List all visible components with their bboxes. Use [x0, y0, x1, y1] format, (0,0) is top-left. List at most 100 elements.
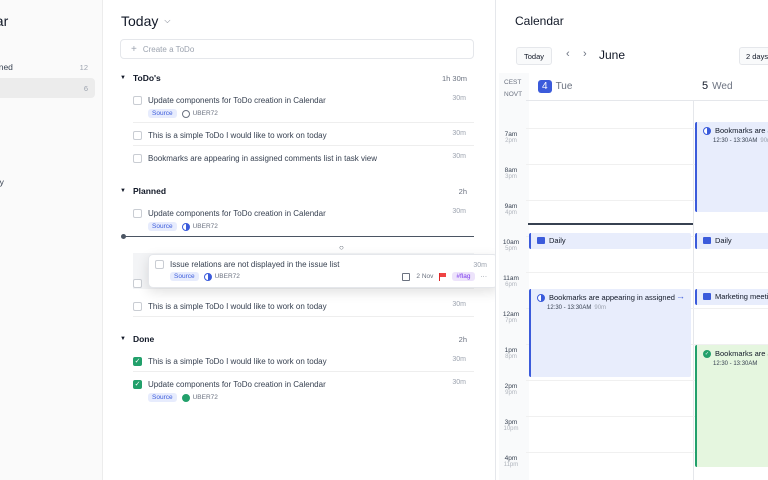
source-tag[interactable]: Source: [148, 393, 177, 402]
sidebar-item-planned[interactable]: nned 12: [0, 57, 95, 77]
hour-secondary: 5pm: [505, 246, 517, 252]
hour-primary: 4pm: [504, 455, 518, 462]
progress-circle-icon: [203, 272, 212, 281]
event-time: 12:30 - 13:30AM: [713, 361, 758, 367]
todo-checkbox[interactable]: [133, 130, 142, 140]
todo-duration: 30m: [452, 379, 466, 386]
section-header-planned[interactable]: ▼ Planned 2h: [120, 184, 474, 198]
day-header-tue[interactable]: 4 Tue: [538, 80, 572, 93]
hour-primary: 12am: [502, 311, 520, 318]
page-title[interactable]: Today ⌵: [121, 13, 170, 29]
hour-label: 7am 2pm: [496, 131, 526, 144]
flag-tag[interactable]: #flag: [452, 272, 475, 281]
due-date: 2 Nov: [416, 273, 434, 280]
todo-title: This is a simple ToDo I would like to wo…: [148, 130, 327, 140]
hour-secondary: 8pm: [505, 354, 517, 360]
sidebar-item-inbox[interactable]: n: [0, 150, 95, 170]
todo-checkbox[interactable]: [155, 260, 164, 269]
issue-id-text: UBER72: [192, 110, 218, 117]
caret-down-icon: ▼: [120, 336, 126, 342]
source-tag[interactable]: Source: [148, 222, 177, 231]
todo-list-panel: Today ⌵ + Create a ToDo ▼ ToDo's 1h 30m …: [103, 0, 495, 480]
section-header-done[interactable]: ▼ Done 2h: [120, 332, 474, 346]
hour-secondary: 6pm: [505, 282, 517, 288]
todo-checkbox[interactable]: [133, 208, 142, 218]
todo-duration: 30m: [452, 356, 466, 363]
section-title: Planned: [132, 186, 167, 196]
divider: [133, 371, 474, 372]
todo-item[interactable]: Update components for ToDo creation in C…: [133, 94, 466, 118]
today-button[interactable]: Today: [516, 47, 553, 65]
chevron-left-icon[interactable]: ‹: [566, 48, 570, 60]
day-header-wed[interactable]: 5 Wed: [702, 80, 733, 92]
todo-item[interactable]: Bookmarks are appearing in assigned comm…: [133, 152, 466, 164]
dragged-todo-card[interactable]: Issue relations are not displayed in the…: [148, 254, 498, 288]
create-todo-placeholder: Create a ToDo: [142, 44, 195, 54]
caret-down-icon: ▼: [120, 188, 126, 194]
hour-primary: 10am: [502, 239, 520, 246]
todo-duration: 30m: [452, 208, 466, 215]
calendar-event[interactable]: Marketing meetin: [695, 289, 768, 305]
hour-label: 3pm 10pm: [496, 419, 526, 432]
event-title: Bookmarks are ap: [715, 349, 768, 358]
issue-id[interactable]: UBER72: [181, 222, 218, 231]
chevron-right-icon[interactable]: ›: [583, 48, 587, 60]
todo-checkbox[interactable]: [133, 153, 142, 163]
section-time: 1h 30m: [441, 73, 467, 83]
sidebar-item-label: rry: [0, 177, 4, 187]
calendar-event[interactable]: Daily: [529, 233, 691, 249]
day-number: 4: [538, 80, 552, 93]
calendar-event[interactable]: Daily: [695, 233, 768, 249]
progress-circle-icon: [537, 293, 545, 302]
create-todo-input[interactable]: + Create a ToDo: [120, 39, 474, 59]
todo-title: Issue relations are not displayed in the…: [170, 260, 340, 269]
event-title: Daily: [549, 236, 566, 245]
view-range-button[interactable]: 2 days: [739, 47, 768, 65]
video-icon: [703, 237, 711, 244]
drag-handle-icon[interactable]: ○: [339, 243, 344, 252]
issue-id-text: UBER72: [192, 394, 218, 401]
todo-item[interactable]: ✓ Update components for ToDo creation in…: [133, 378, 466, 402]
day-number: 5: [702, 80, 709, 92]
event-time: 12:30 - 13:30AM: [547, 305, 592, 311]
todo-duration: 30m: [452, 301, 466, 308]
sidebar-item-today[interactable]: d 6: [0, 78, 95, 98]
todo-checkbox[interactable]: [133, 301, 142, 311]
hour-label: 2pm 9pm: [496, 383, 526, 396]
hour-label: 1pm 8pm: [496, 347, 526, 360]
section-header-todos[interactable]: ▼ ToDo's 1h 30m: [120, 71, 474, 85]
sidebar-item-count: 6: [83, 83, 88, 93]
drop-indicator: [121, 234, 474, 239]
todo-item[interactable]: Update components for ToDo creation in C…: [133, 207, 466, 231]
current-time-indicator: [528, 223, 693, 225]
calendar-event[interactable]: Bookmarks are appearing in assigned → 12…: [529, 289, 691, 377]
todo-checkbox-checked[interactable]: ✓: [133, 379, 142, 389]
more-icon[interactable]: ···: [481, 273, 488, 280]
status-circle-icon: [181, 109, 190, 118]
day-name: Wed: [712, 80, 733, 92]
issue-id[interactable]: UBER72: [181, 109, 218, 118]
source-tag[interactable]: Source: [148, 109, 177, 118]
divider: [133, 316, 474, 317]
issue-id[interactable]: UBER72: [203, 272, 240, 281]
section-title: Done: [132, 334, 155, 344]
hour-secondary: 3pm: [505, 174, 517, 180]
day-column-divider: [693, 100, 694, 480]
todo-item[interactable]: This is a simple ToDo I would like to wo…: [133, 129, 466, 141]
sidebar-item-someday[interactable]: rry: [0, 172, 95, 192]
todo-checkbox[interactable]: [133, 95, 142, 105]
hour-secondary: 11pm: [503, 462, 519, 468]
calendar-event[interactable]: ✓ Bookmarks are ap 12:30 - 13:30AM: [695, 345, 768, 467]
source-tag[interactable]: Source: [170, 272, 199, 281]
calendar-event[interactable]: Bookmarks are appearing in assigned 12:3…: [695, 122, 768, 212]
issue-id[interactable]: UBER72: [181, 393, 218, 402]
sidebar-title: dar: [0, 13, 9, 29]
todo-item[interactable]: ✓ This is a simple ToDo I would like to …: [133, 355, 466, 367]
todo-checkbox-checked[interactable]: ✓: [133, 356, 142, 366]
flag-icon[interactable]: [439, 272, 447, 281]
todo-item[interactable]: This is a simple ToDo I would like to wo…: [133, 300, 466, 312]
hour-label: 9am 4pm: [496, 203, 526, 216]
todo-checkbox[interactable]: [133, 279, 142, 288]
arrow-right-icon[interactable]: →: [676, 291, 685, 301]
progress-circle-icon: [181, 222, 190, 231]
